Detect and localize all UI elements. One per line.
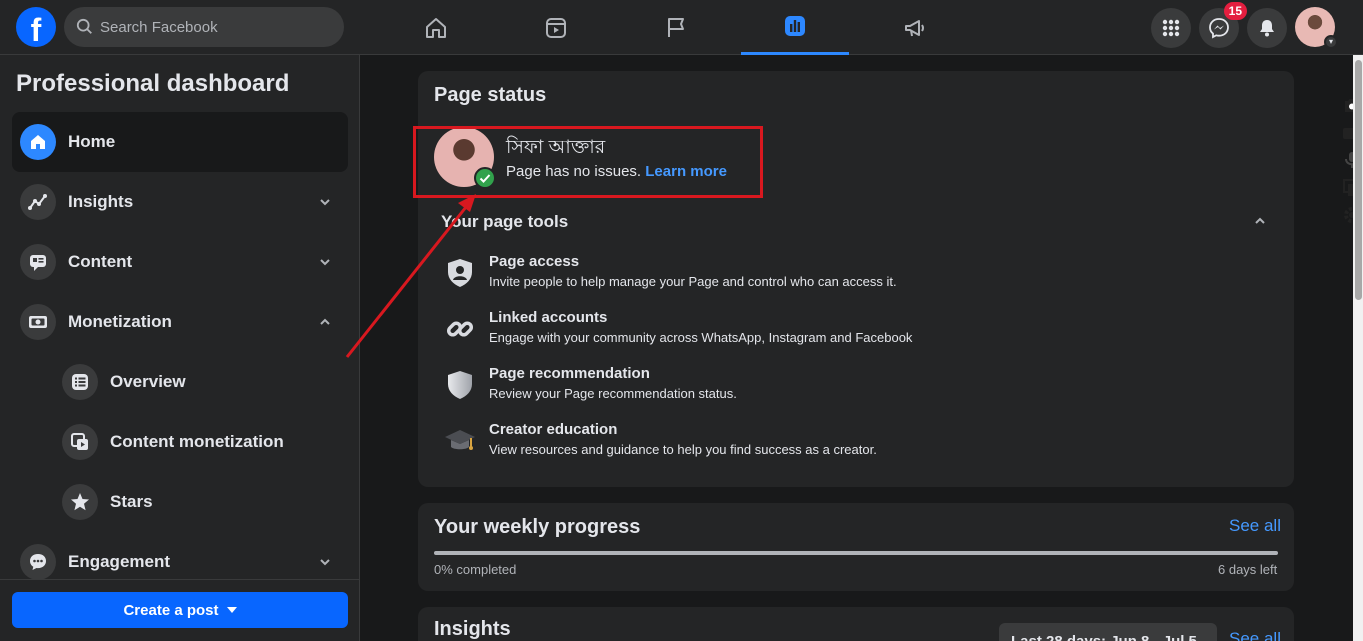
tool-title: Creator education xyxy=(489,421,618,438)
search-input[interactable] xyxy=(100,18,320,36)
tab-professional-dashboard[interactable] xyxy=(741,0,849,55)
overview-icon xyxy=(62,364,98,400)
account-avatar[interactable]: ▾ xyxy=(1295,7,1338,49)
sidebar-item-label: Overview xyxy=(110,372,186,391)
chevron-up-icon[interactable] xyxy=(1253,214,1267,228)
chevron-down-icon xyxy=(320,199,330,206)
tool-description: View resources and guidance to help you … xyxy=(489,442,877,457)
pages-flag-icon xyxy=(668,17,684,37)
tool-page-access[interactable]: Page access Invite people to help manage… xyxy=(442,253,1262,303)
link-icon xyxy=(442,311,478,347)
sidebar-item-label: Engagement xyxy=(68,552,171,571)
progress-bar xyxy=(434,551,1278,555)
tool-page-recommendation[interactable]: Page recommendation Review your Page rec… xyxy=(442,365,1262,415)
stars-icon xyxy=(62,484,98,520)
sidebar-item-content-monetization[interactable]: Content monetization xyxy=(54,412,348,472)
watch-icon xyxy=(546,17,566,38)
content-monetization-icon xyxy=(62,424,98,460)
days-left-text: 6 days left xyxy=(1218,562,1278,577)
grid-menu-icon xyxy=(1162,19,1180,37)
tool-title: Linked accounts xyxy=(489,309,608,326)
graduation-cap-icon xyxy=(442,423,478,459)
tab-watch[interactable] xyxy=(502,0,610,55)
sidebar-item-content[interactable]: Content xyxy=(12,232,348,292)
monetization-icon xyxy=(20,304,56,340)
tool-linked-accounts[interactable]: Linked accounts Engage with your communi… xyxy=(442,309,1262,359)
chevron-down-icon: ▾ xyxy=(1324,35,1338,49)
sidebar-item-monetization[interactable]: Monetization xyxy=(12,292,348,352)
tab-home[interactable] xyxy=(382,0,490,55)
shield-person-icon xyxy=(442,255,478,291)
notifications-button[interactable] xyxy=(1247,8,1287,48)
caret-down-icon xyxy=(226,607,237,613)
home-icon xyxy=(426,17,446,38)
tool-title: Page recommendation xyxy=(489,365,650,382)
insights-see-all-link[interactable]: See all xyxy=(1229,629,1281,641)
see-all-link[interactable]: See all xyxy=(1229,516,1281,536)
sidebar-item-stars[interactable]: Stars xyxy=(54,472,348,532)
sidebar-item-label: Stars xyxy=(110,492,153,511)
tool-title: Page access xyxy=(489,253,580,270)
chevron-down-icon xyxy=(320,559,330,566)
tool-description: Engage with your community across WhatsA… xyxy=(489,330,913,345)
search-box[interactable] xyxy=(64,7,344,47)
messenger-badge: 15 xyxy=(1223,2,1247,20)
bell-icon xyxy=(1260,20,1274,37)
sidebar-item-insights[interactable]: Insights xyxy=(12,172,348,232)
sidebar-item-home[interactable]: Home xyxy=(12,112,348,172)
date-range-dropdown[interactable]: Last 28 days: Jun 8 - Jul 5 xyxy=(999,623,1217,641)
page-status-title: Page status xyxy=(434,84,547,106)
tool-description: Invite people to help manage your Page a… xyxy=(489,274,897,289)
insights-title: Insights xyxy=(434,618,511,640)
messenger-icon xyxy=(1209,18,1229,39)
tool-creator-education[interactable]: Creator education View resources and gui… xyxy=(442,421,1262,471)
create-post-bar: Create a post xyxy=(0,579,359,641)
weekly-progress-card: Your weekly progress See all 0% complete… xyxy=(418,503,1294,591)
sidebar-item-label: Content monetization xyxy=(110,432,284,451)
sidebar-item-label: Monetization xyxy=(68,312,172,331)
facebook-logo[interactable]: f xyxy=(16,7,56,47)
progress-completed-text: 0% completed xyxy=(434,562,517,577)
content-icon xyxy=(20,244,56,280)
chevron-up-icon xyxy=(320,318,330,325)
create-post-label: Create a post xyxy=(123,601,219,619)
sidebar-item-label: Home xyxy=(68,132,116,151)
insights-icon xyxy=(20,184,56,220)
home-icon xyxy=(20,124,56,160)
sidebar: Professional dashboard Home Insights Con… xyxy=(0,55,360,641)
tab-pages[interactable] xyxy=(622,0,730,55)
shield-icon xyxy=(442,367,478,403)
engagement-icon xyxy=(20,544,56,580)
weekly-progress-title: Your weekly progress xyxy=(434,516,641,538)
create-post-button[interactable]: Create a post xyxy=(12,592,348,628)
dashboard-icon xyxy=(785,16,805,36)
tool-description: Review your Page recommendation status. xyxy=(489,386,737,401)
scrollbar-thumb[interactable] xyxy=(1355,60,1362,300)
sidebar-item-overview[interactable]: Overview xyxy=(54,352,348,412)
ad-center-megaphone-icon xyxy=(905,19,924,36)
chevron-down-icon xyxy=(320,259,330,266)
messenger-button[interactable]: 15 xyxy=(1199,2,1247,48)
sidebar-item-label: Content xyxy=(68,252,133,271)
page-tools-heading: Your page tools xyxy=(441,212,569,231)
sidebar-item-label: Insights xyxy=(68,192,134,211)
menu-button[interactable] xyxy=(1151,8,1191,48)
top-navigation-bar: f 15 ▾ xyxy=(0,0,1363,55)
insights-card: Insights Last 28 days: Jun 8 - Jul 5 See… xyxy=(418,607,1294,641)
tab-ad-center[interactable] xyxy=(861,0,969,55)
annotation-highlight-box xyxy=(413,126,763,198)
sidebar-title: Professional dashboard xyxy=(16,70,290,97)
search-icon xyxy=(76,18,92,34)
